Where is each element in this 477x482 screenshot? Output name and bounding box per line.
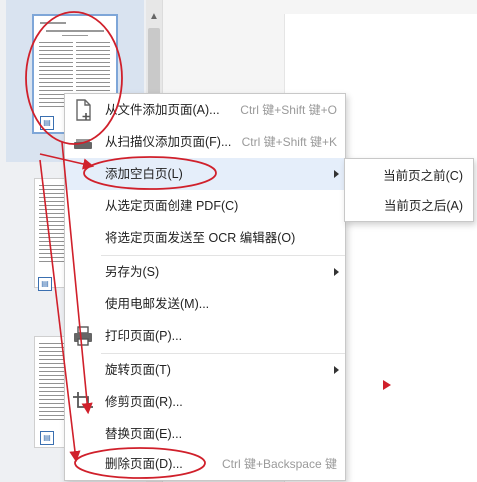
scanner-icon bbox=[74, 139, 92, 149]
add-blank-page-submenu: 当前页之前(C) 当前页之后(A) bbox=[344, 158, 474, 222]
menu-item-label: 另存为(S) bbox=[105, 265, 160, 279]
submenu-arrow-icon bbox=[334, 366, 339, 374]
add-page-icon bbox=[76, 99, 91, 121]
menu-item-label: 添加空白页(L) bbox=[105, 167, 183, 181]
crop-icon bbox=[73, 392, 93, 412]
menu-item-crop-pages[interactable]: 修剪页面(R)... bbox=[65, 386, 345, 418]
menu-item-label: 从扫描仪添加页面(F)... bbox=[105, 135, 232, 149]
menu-item-add-from-file[interactable]: 从文件添加页面(A)... Ctrl 键+Shift 键+O bbox=[65, 94, 345, 126]
menu-item-rotate-pages[interactable]: 旋转页面(T) bbox=[65, 354, 345, 386]
menu-item-send-to-ocr[interactable]: 将选定页面发送至 OCR 编辑器(O) bbox=[65, 222, 345, 254]
menu-item-shortcut: Ctrl 键+Backspace 键 bbox=[221, 457, 337, 471]
menu-item-create-pdf-from-selected[interactable]: 从选定页面创建 PDF(C) bbox=[65, 190, 345, 222]
menu-item-shortcut: Ctrl 键+Shift 键+O bbox=[240, 103, 337, 117]
page-context-menu: 从文件添加页面(A)... Ctrl 键+Shift 键+O 从扫描仪添加页面(… bbox=[64, 93, 346, 481]
menu-item-save-as[interactable]: 另存为(S) bbox=[65, 256, 345, 288]
menu-item-label: 将选定页面发送至 OCR 编辑器(O) bbox=[105, 231, 296, 245]
menu-item-label: 从选定页面创建 PDF(C) bbox=[105, 199, 239, 213]
menu-item-label: 修剪页面(R)... bbox=[105, 395, 183, 409]
menu-item-label: 删除页面(D)... bbox=[105, 457, 183, 471]
red-annotation-marker bbox=[383, 380, 391, 390]
submenu-item-label: 当前页之前(C) bbox=[383, 169, 463, 183]
submenu-item-before-current[interactable]: 当前页之前(C) bbox=[345, 161, 473, 191]
menu-item-delete-pages[interactable]: 删除页面(D)... Ctrl 键+Backspace 键 bbox=[65, 448, 345, 480]
menu-item-replace-pages[interactable]: 替换页面(E)... bbox=[65, 418, 345, 450]
submenu-arrow-icon bbox=[334, 268, 339, 276]
menu-item-label: 使用电邮发送(M)... bbox=[105, 297, 210, 311]
page-type-icon: ▤ bbox=[38, 277, 52, 291]
menu-item-send-email[interactable]: 使用电邮发送(M)... bbox=[65, 288, 345, 320]
menu-item-label: 从文件添加页面(A)... bbox=[105, 103, 220, 117]
page-type-icon: ▤ bbox=[40, 116, 54, 130]
submenu-item-label: 当前页之后(A) bbox=[383, 199, 463, 213]
menu-item-add-blank-page[interactable]: 添加空白页(L) bbox=[65, 158, 345, 190]
menu-item-label: 替换页面(E)... bbox=[105, 427, 183, 441]
menu-item-shortcut: Ctrl 键+Shift 键+K bbox=[241, 135, 337, 149]
submenu-item-after-current[interactable]: 当前页之后(A) bbox=[345, 191, 473, 221]
printer-icon bbox=[74, 326, 92, 346]
scroll-up-arrow-icon[interactable]: ▲ bbox=[146, 8, 162, 24]
submenu-arrow-icon bbox=[334, 170, 339, 178]
menu-item-print-pages[interactable]: 打印页面(P)... bbox=[65, 320, 345, 352]
menu-item-label: 旋转页面(T) bbox=[105, 363, 171, 377]
menu-item-add-from-scanner[interactable]: 从扫描仪添加页面(F)... Ctrl 键+Shift 键+K bbox=[65, 126, 345, 158]
menu-item-label: 打印页面(P)... bbox=[105, 329, 183, 343]
page-type-icon: ▤ bbox=[40, 431, 54, 445]
